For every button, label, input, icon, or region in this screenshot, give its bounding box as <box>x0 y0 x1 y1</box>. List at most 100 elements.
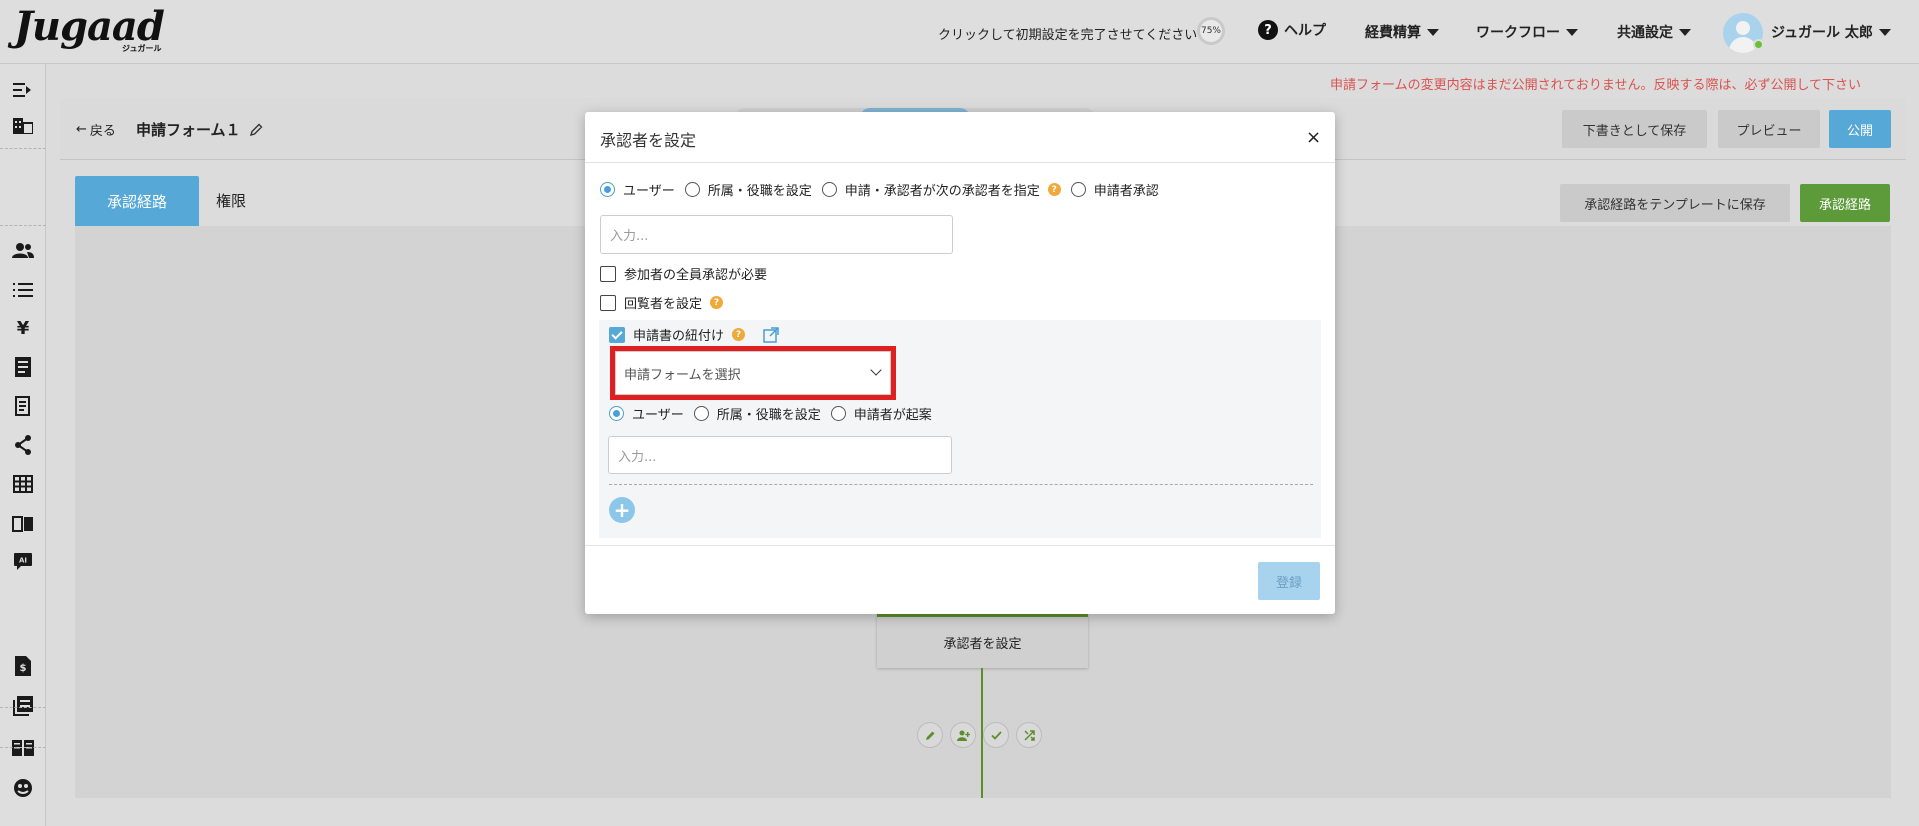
checkbox[interactable] <box>600 265 616 282</box>
checkbox[interactable] <box>609 326 625 343</box>
register-button[interactable]: 登録 <box>1258 562 1320 600</box>
app-logo[interactable]: Jugaad ジュガール <box>14 6 174 54</box>
save-route-template-button[interactable]: 承認経路をテンプレートに保存 <box>1560 184 1790 222</box>
modal-footer-divider <box>585 545 1335 546</box>
approver-type-radio-group: ユーザー 所属・役職を設定 申請・承認者が次の承認者を指定 ? 申請者承認 <box>600 180 1169 199</box>
menu-common-settings[interactable]: 共通設定 <box>1617 22 1691 42</box>
table-grid-icon[interactable] <box>11 472 35 496</box>
library-icon[interactable] <box>11 694 35 718</box>
radio-option-department-role[interactable]: 所属・役職を設定 <box>693 404 821 423</box>
radio-option-user[interactable]: ユーザー <box>600 180 675 199</box>
help-question-icon[interactable]: ? <box>710 296 724 309</box>
radio-button[interactable] <box>684 182 700 197</box>
checkbox[interactable] <box>600 294 616 311</box>
invoice-icon[interactable]: $ <box>11 654 35 678</box>
set-approver-modal: 承認者を設定 × ユーザー 所属・役職を設定 申請・承認者が次の承認者を指定 ?… <box>585 112 1335 614</box>
setup-prompt-link[interactable]: クリックして初期設定を完了させてください → <box>938 24 1212 43</box>
back-button[interactable]: ← 戻る <box>76 120 116 139</box>
support-face-icon[interactable] <box>11 776 35 800</box>
add-linked-step-button[interactable]: + <box>609 497 635 523</box>
radio-label: 申請・承認者が次の承認者を指定 <box>844 184 1040 199</box>
modal-title: 承認者を設定 <box>600 131 697 150</box>
sidebar-divider <box>0 707 46 708</box>
radio-label: 申請者承認 <box>1093 184 1159 199</box>
manual-book-icon[interactable] <box>11 736 35 760</box>
expand-sidebar-icon[interactable] <box>11 78 35 102</box>
modal-header: 承認者を設定 × <box>585 112 1335 163</box>
svg-text:$: $ <box>20 663 27 674</box>
user-menu[interactable]: ジュガール 太郎 <box>1771 22 1891 42</box>
sidebar-divider <box>0 225 46 226</box>
setup-progress-indicator[interactable]: 75% <box>1197 17 1225 45</box>
help-question-icon[interactable]: ? <box>1047 183 1061 196</box>
pencil-icon[interactable] <box>249 123 263 137</box>
radio-option-applicant-approval[interactable]: 申請者承認 <box>1070 180 1159 199</box>
list-icon[interactable] <box>11 278 35 302</box>
yen-icon[interactable]: ¥ <box>11 316 35 340</box>
publish-button[interactable]: 公開 <box>1829 110 1891 148</box>
radio-label: 所属・役職を設定 <box>707 184 812 199</box>
link-application-checkbox[interactable]: 申請書の紐付け ? <box>609 325 755 344</box>
flow-node-approver[interactable]: 承認者を設定 <box>877 614 1088 668</box>
user-name: ジュガール 太郎 <box>1771 25 1873 41</box>
sidebar-divider <box>0 747 46 748</box>
checkbox-label: 回覧者を設定 <box>624 297 703 312</box>
preview-button[interactable]: プレビュー <box>1718 110 1820 148</box>
panel-divider <box>609 484 1313 485</box>
menu-expense-label: 経費精算 <box>1365 25 1421 41</box>
radio-label: ユーザー <box>632 408 684 423</box>
radio-button[interactable] <box>600 182 615 197</box>
radio-option-department-role[interactable]: 所属・役職を設定 <box>684 180 812 199</box>
add-approver-icon[interactable] <box>950 722 976 748</box>
users-icon[interactable] <box>11 238 35 262</box>
external-link-icon[interactable] <box>763 327 779 343</box>
caret-down-icon <box>1566 28 1578 36</box>
top-header: Jugaad ジュガール クリックして初期設定を完了させてください → 75% … <box>0 0 1919 64</box>
radio-label: 所属・役職を設定 <box>716 408 821 423</box>
menu-workflow-label: ワークフロー <box>1476 25 1560 41</box>
radio-option-next-approver-specified[interactable]: 申請・承認者が次の承認者を指定 <box>821 180 1040 199</box>
save-draft-button[interactable]: 下書きとして保存 <box>1562 110 1707 148</box>
require-all-approval-checkbox[interactable]: 参加者の全員承認が必要 <box>600 264 767 283</box>
radio-button[interactable] <box>830 406 846 421</box>
radio-option-applicant-drafts[interactable]: 申請者が起案 <box>830 404 932 423</box>
book-open-icon[interactable] <box>11 512 35 536</box>
help-label: ヘルプ <box>1284 23 1326 39</box>
radio-button[interactable] <box>821 182 837 197</box>
share-icon[interactable] <box>11 433 35 457</box>
help-menu[interactable]: ? ヘルプ <box>1258 20 1326 40</box>
help-question-icon[interactable]: ? <box>732 328 746 341</box>
radio-button[interactable] <box>1070 182 1086 197</box>
menu-expense[interactable]: 経費精算 <box>1365 22 1439 42</box>
approval-route-button[interactable]: 承認経路 <box>1800 184 1890 222</box>
building-icon[interactable] <box>11 113 35 137</box>
caret-down-icon <box>1679 28 1691 36</box>
radio-option-user[interactable]: ユーザー <box>609 404 684 423</box>
logo-subtext: ジュガール <box>122 44 162 53</box>
set-viewer-checkbox[interactable]: 回覧者を設定 ? <box>600 293 733 312</box>
caret-down-icon <box>1427 28 1439 36</box>
unpublished-warning: 申請フォームの変更内容はまだ公開されておりません。反映する際は、必ず公開して下さ… <box>1330 78 1862 93</box>
application-form-select[interactable]: 申請フォームを選択 <box>615 351 891 395</box>
tab-permissions[interactable]: 権限 <box>216 190 246 211</box>
sidebar-divider <box>0 148 46 149</box>
user-search-input[interactable]: 入力... <box>600 215 953 254</box>
checkbox-label: 参加者の全員承認が必要 <box>624 268 768 283</box>
linked-approver-radio-group: ユーザー 所属・役職を設定 申請者が起案 <box>609 404 942 423</box>
edit-node-icon[interactable] <box>917 722 943 748</box>
radio-label: 申請者が起案 <box>853 408 932 423</box>
chevron-down-icon <box>870 364 882 376</box>
arrow-left-icon: ← <box>76 122 87 137</box>
radio-button[interactable] <box>609 406 624 421</box>
document-icon[interactable] <box>11 355 35 379</box>
menu-workflow[interactable]: ワークフロー <box>1476 22 1578 42</box>
tab-approval-route[interactable]: 承認経路 <box>75 176 199 226</box>
close-icon[interactable]: × <box>1306 127 1321 148</box>
check-icon[interactable] <box>983 722 1009 748</box>
shuffle-branch-icon[interactable] <box>1016 722 1042 748</box>
linked-user-search-input[interactable]: 入力... <box>608 436 952 474</box>
receipt-icon[interactable] <box>11 394 35 418</box>
radio-label: ユーザー <box>623 184 675 199</box>
radio-button[interactable] <box>693 406 709 421</box>
ai-chat-icon[interactable]: AI <box>11 550 35 574</box>
